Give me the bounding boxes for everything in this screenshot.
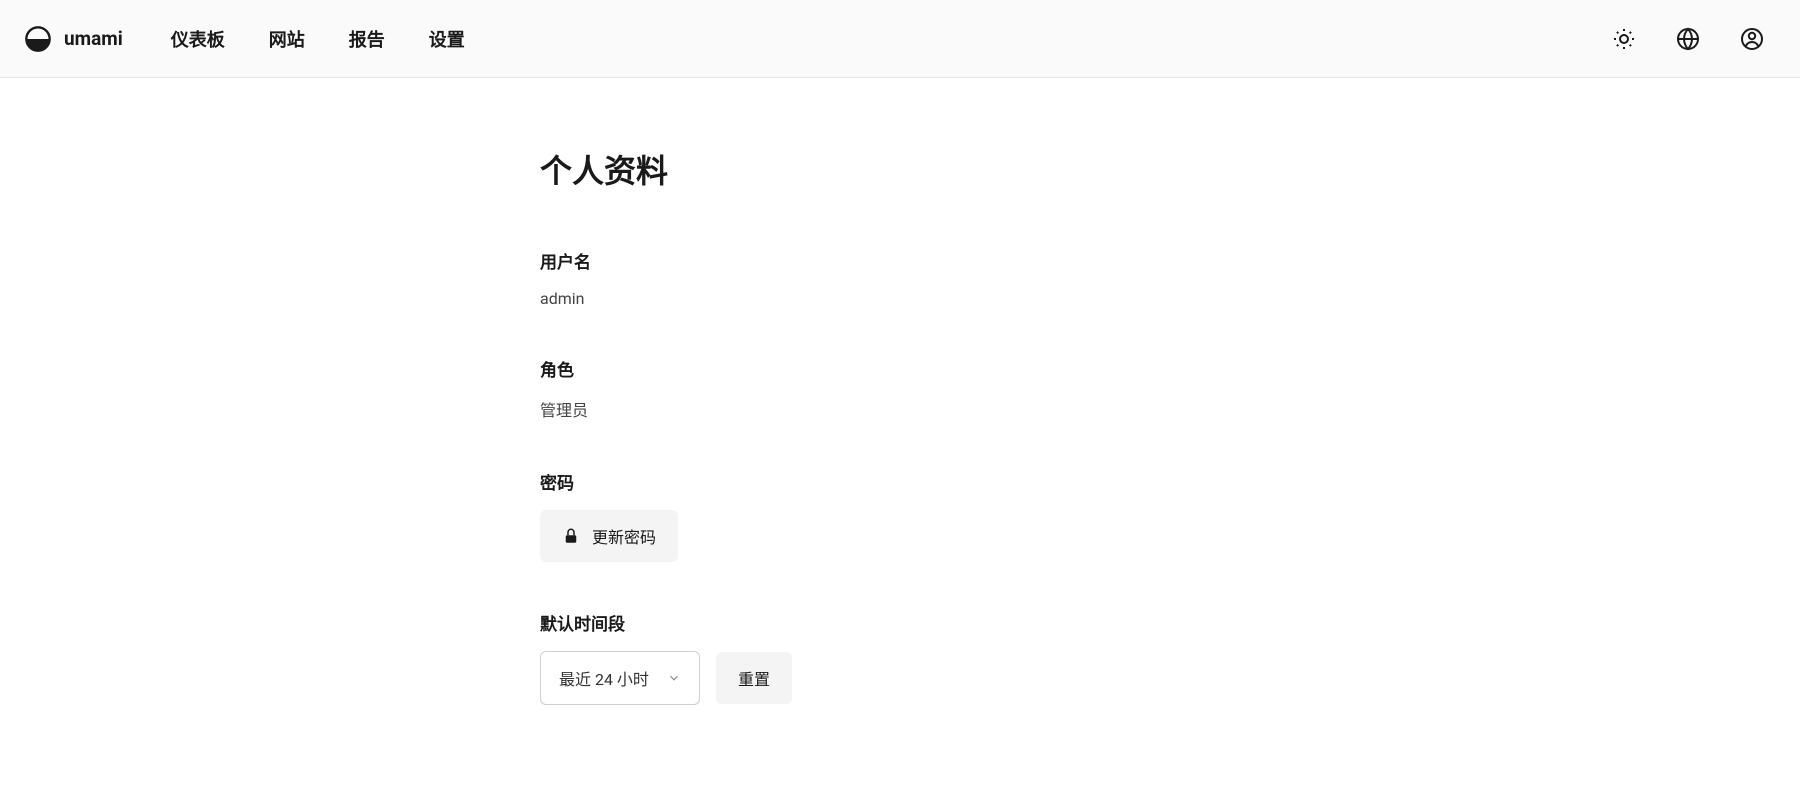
theme-toggle-icon[interactable] — [1612, 27, 1636, 51]
role-label: 角色 — [540, 356, 1260, 381]
username-field: 用户名 admin — [540, 248, 1260, 308]
main-nav: 仪表板 网站 报告 设置 — [171, 26, 465, 52]
username-label: 用户名 — [540, 248, 1260, 273]
daterange-selected-value: 最近 24 小时 — [559, 666, 649, 690]
password-field: 密码 更新密码 — [540, 469, 1260, 562]
language-icon[interactable] — [1676, 27, 1700, 51]
page-title: 个人资料 — [540, 146, 1260, 192]
default-daterange-field: 默认时间段 最近 24 小时 重置 — [540, 610, 1260, 705]
profile-icon[interactable] — [1740, 27, 1764, 51]
nav-settings[interactable]: 设置 — [429, 26, 465, 52]
brand[interactable]: umami — [24, 25, 123, 53]
main-content: 个人资料 用户名 admin 角色 管理员 密码 更新密码 默认时间段 最近 2… — [520, 78, 1280, 793]
username-value: admin — [540, 289, 1260, 308]
default-daterange-label: 默认时间段 — [540, 610, 1260, 635]
lock-icon — [562, 527, 580, 545]
update-password-label: 更新密码 — [592, 524, 656, 548]
umami-logo-icon — [24, 25, 52, 53]
brand-name: umami — [64, 27, 123, 50]
header-left: umami 仪表板 网站 报告 设置 — [24, 25, 465, 53]
nav-dashboard[interactable]: 仪表板 — [171, 26, 225, 52]
daterange-row: 最近 24 小时 重置 — [540, 651, 1260, 705]
role-value: 管理员 — [540, 397, 1260, 421]
role-field: 角色 管理员 — [540, 356, 1260, 421]
daterange-select[interactable]: 最近 24 小时 — [540, 651, 700, 705]
chevron-down-icon — [667, 671, 681, 685]
password-label: 密码 — [540, 469, 1260, 494]
reset-button-label: 重置 — [738, 666, 770, 690]
app-header: umami 仪表板 网站 报告 设置 — [0, 0, 1800, 78]
header-right — [1612, 27, 1776, 51]
reset-button[interactable]: 重置 — [716, 652, 792, 704]
update-password-button[interactable]: 更新密码 — [540, 510, 678, 562]
nav-reports[interactable]: 报告 — [349, 26, 385, 52]
nav-websites[interactable]: 网站 — [269, 26, 305, 52]
